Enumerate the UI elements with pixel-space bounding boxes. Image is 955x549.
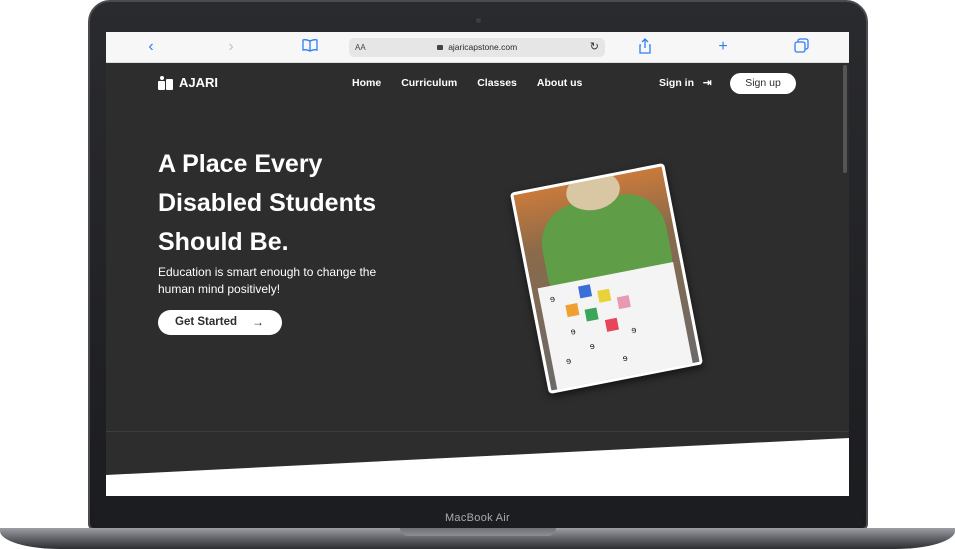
laptop-notch <box>400 528 556 536</box>
browser-window: ‹ › AA ajaricapstone.com ↻ + AJARI Home … <box>106 32 849 496</box>
reload-icon[interactable]: ↻ <box>590 38 599 57</box>
plus-icon[interactable]: + <box>713 38 733 56</box>
hero-subtitle: Education is smart enough to change the … <box>158 264 428 298</box>
section-divider <box>106 431 849 432</box>
nav-classes[interactable]: Classes <box>477 77 517 89</box>
hero-subtitle-line: Education is smart enough to change the <box>158 265 377 279</box>
white-section-wedge <box>106 438 849 496</box>
address-bar[interactable]: AA ajaricapstone.com ↻ <box>349 38 605 57</box>
camera-icon <box>476 18 481 23</box>
logo-icon <box>158 75 173 90</box>
sign-in-label: Sign in <box>659 77 694 89</box>
get-started-label: Get Started <box>175 316 237 328</box>
url-text: ajaricapstone.com <box>448 42 518 52</box>
nav-about[interactable]: About us <box>537 77 583 89</box>
hero-photo: ɘ ɘ ɘ ɘ ɘ ɘ <box>509 162 704 395</box>
sign-in-icon: ⇥ <box>702 77 712 89</box>
book-icon[interactable] <box>300 38 320 56</box>
hero-title: A Place Every Disabled Students Should B… <box>158 145 438 262</box>
chevron-right-icon[interactable]: › <box>221 38 241 56</box>
get-started-button[interactable]: Get Started → <box>158 310 282 335</box>
nav-curriculum[interactable]: Curriculum <box>401 77 457 89</box>
chevron-left-icon[interactable]: ‹ <box>141 38 161 56</box>
brand-name: AJARI <box>179 75 219 90</box>
hero-subtitle-line: human mind positively! <box>158 282 281 296</box>
browser-toolbar: ‹ › AA ajaricapstone.com ↻ + <box>106 32 849 63</box>
hero-title-line: A Place Every <box>158 150 323 178</box>
nav-home[interactable]: Home <box>352 77 381 89</box>
lock-icon <box>436 45 443 50</box>
share-icon[interactable] <box>635 38 655 56</box>
hero-title-line: Should Be. <box>158 228 289 256</box>
page-scrollbar[interactable] <box>843 65 847 173</box>
hero-title-line: Disabled Students <box>158 189 377 217</box>
brand-logo[interactable]: AJARI <box>158 75 218 90</box>
website: AJARI Home Curriculum Classes About us S… <box>106 63 849 496</box>
site-navbar: AJARI Home Curriculum Classes About us S… <box>106 63 849 105</box>
sign-in-link[interactable]: Sign in ⇥ <box>659 77 712 89</box>
sign-up-button[interactable]: Sign up <box>730 73 796 94</box>
tabs-icon[interactable] <box>792 38 812 56</box>
nav-links: Home Curriculum Classes About us <box>352 77 582 89</box>
arrow-right-icon: → <box>252 315 264 329</box>
model-label: MacBook Air <box>444 512 511 524</box>
